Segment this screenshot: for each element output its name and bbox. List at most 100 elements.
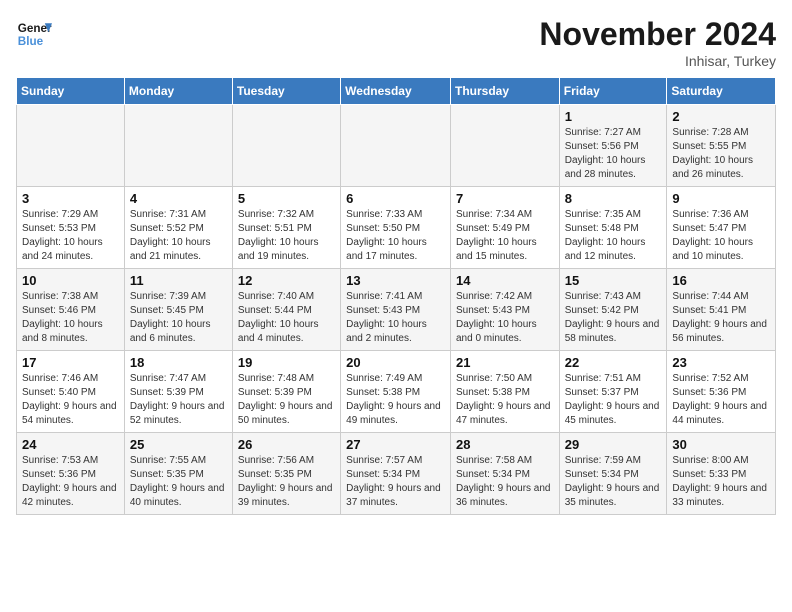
- calendar-cell: 4Sunrise: 7:31 AM Sunset: 5:52 PM Daylig…: [124, 187, 232, 269]
- calendar-cell: 28Sunrise: 7:58 AM Sunset: 5:34 PM Dayli…: [450, 433, 559, 515]
- day-info: Sunrise: 7:34 AM Sunset: 5:49 PM Dayligh…: [456, 208, 554, 264]
- calendar-cell: [341, 105, 451, 187]
- calendar-cell: [450, 105, 559, 187]
- calendar-cell: 2 Sunrise: 7:28 AM Sunset: 5:55 PM Daylig…: [667, 105, 776, 187]
- month-title: November 2024: [539, 16, 776, 53]
- day-info: Sunrise: 7:51 AM Sunset: 5:37 PM Dayligh…: [565, 372, 662, 428]
- day-number: 14: [456, 273, 554, 288]
- calendar-cell: 16 Sunrise: 7:44 AM Sunset: 5:41 PM Dayli…: [667, 269, 776, 351]
- day-number: 21: [456, 355, 554, 370]
- day-of-week-header: Friday: [559, 78, 667, 105]
- day-of-week-header: Saturday: [667, 78, 776, 105]
- calendar-cell: 10 Sunrise: 7:38 AM Sunset: 5:46 PM Dayli…: [17, 269, 125, 351]
- day-info: Sunrise: 7:43 AM Sunset: 5:42 PM Dayligh…: [565, 290, 662, 346]
- calendar-cell: 8Sunrise: 7:35 AM Sunset: 5:48 PM Daylig…: [559, 187, 667, 269]
- day-of-week-header: Thursday: [450, 78, 559, 105]
- day-info: Sunrise: 7:47 AM Sunset: 5:39 PM Dayligh…: [130, 372, 227, 428]
- calendar-week-row: 17 Sunrise: 7:46 AM Sunset: 5:40 PM Dayli…: [17, 351, 776, 433]
- calendar-week-row: 1 Sunrise: 7:27 AM Sunset: 5:56 PM Daylig…: [17, 105, 776, 187]
- day-of-week-header: Monday: [124, 78, 232, 105]
- day-info: Sunrise: 8:00 AM Sunset: 5:33 PM Dayligh…: [672, 454, 770, 510]
- day-info: Sunrise: 7:32 AM Sunset: 5:51 PM Dayligh…: [238, 208, 335, 264]
- day-info: Sunrise: 7:33 AM Sunset: 5:50 PM Dayligh…: [346, 208, 445, 264]
- day-number: 17: [22, 355, 119, 370]
- calendar-cell: 3 Sunrise: 7:29 AM Sunset: 5:53 PM Daylig…: [17, 187, 125, 269]
- logo: General Blue: [16, 16, 56, 52]
- day-info: Sunrise: 7:28 AM Sunset: 5:55 PM Dayligh…: [672, 126, 770, 182]
- day-info: Sunrise: 7:39 AM Sunset: 5:45 PM Dayligh…: [130, 290, 227, 346]
- day-number: 25: [130, 437, 227, 452]
- day-info: Sunrise: 7:52 AM Sunset: 5:36 PM Dayligh…: [672, 372, 770, 428]
- day-number: 10: [22, 273, 119, 288]
- calendar-week-row: 3 Sunrise: 7:29 AM Sunset: 5:53 PM Daylig…: [17, 187, 776, 269]
- day-number: 3: [22, 191, 119, 206]
- calendar-cell: 26 Sunrise: 7:56 AM Sunset: 5:35 PM Dayli…: [232, 433, 340, 515]
- day-number: 26: [238, 437, 335, 452]
- day-info: Sunrise: 7:42 AM Sunset: 5:43 PM Dayligh…: [456, 290, 554, 346]
- logo-icon: General Blue: [16, 16, 52, 52]
- calendar-cell: 13Sunrise: 7:41 AM Sunset: 5:43 PM Dayli…: [341, 269, 451, 351]
- calendar-cell: [232, 105, 340, 187]
- calendar-cell: 22 Sunrise: 7:51 AM Sunset: 5:37 PM Dayli…: [559, 351, 667, 433]
- day-info: Sunrise: 7:56 AM Sunset: 5:35 PM Dayligh…: [238, 454, 335, 510]
- calendar-cell: 30 Sunrise: 8:00 AM Sunset: 5:33 PM Dayli…: [667, 433, 776, 515]
- calendar-table: SundayMondayTuesdayWednesdayThursdayFrid…: [16, 77, 776, 515]
- page-header: General Blue November 2024 Inhisar, Turk…: [16, 16, 776, 69]
- day-number: 15: [565, 273, 662, 288]
- day-number: 8: [565, 191, 662, 206]
- day-number: 6: [346, 191, 445, 206]
- day-number: 24: [22, 437, 119, 452]
- day-info: Sunrise: 7:27 AM Sunset: 5:56 PM Dayligh…: [565, 126, 662, 182]
- calendar-cell: 9Sunrise: 7:36 AM Sunset: 5:47 PM Daylig…: [667, 187, 776, 269]
- day-info: Sunrise: 7:31 AM Sunset: 5:52 PM Dayligh…: [130, 208, 227, 264]
- day-of-week-header: Tuesday: [232, 78, 340, 105]
- day-number: 23: [672, 355, 770, 370]
- calendar-cell: 29 Sunrise: 7:59 AM Sunset: 5:34 PM Dayli…: [559, 433, 667, 515]
- day-number: 16: [672, 273, 770, 288]
- day-info: Sunrise: 7:36 AM Sunset: 5:47 PM Dayligh…: [672, 208, 770, 264]
- day-number: 12: [238, 273, 335, 288]
- day-info: Sunrise: 7:48 AM Sunset: 5:39 PM Dayligh…: [238, 372, 335, 428]
- calendar-cell: 20Sunrise: 7:49 AM Sunset: 5:38 PM Dayli…: [341, 351, 451, 433]
- day-info: Sunrise: 7:49 AM Sunset: 5:38 PM Dayligh…: [346, 372, 445, 428]
- day-info: Sunrise: 7:59 AM Sunset: 5:34 PM Dayligh…: [565, 454, 662, 510]
- location: Inhisar, Turkey: [539, 53, 776, 69]
- calendar-cell: 12 Sunrise: 7:40 AM Sunset: 5:44 PM Dayli…: [232, 269, 340, 351]
- calendar-cell: 5 Sunrise: 7:32 AM Sunset: 5:51 PM Daylig…: [232, 187, 340, 269]
- calendar-cell: 25 Sunrise: 7:55 AM Sunset: 5:35 PM Dayli…: [124, 433, 232, 515]
- calendar-week-row: 10 Sunrise: 7:38 AM Sunset: 5:46 PM Dayli…: [17, 269, 776, 351]
- day-info: Sunrise: 7:53 AM Sunset: 5:36 PM Dayligh…: [22, 454, 119, 510]
- day-number: 2: [672, 109, 770, 124]
- svg-text:Blue: Blue: [18, 35, 44, 48]
- calendar-cell: 17 Sunrise: 7:46 AM Sunset: 5:40 PM Dayli…: [17, 351, 125, 433]
- day-info: Sunrise: 7:44 AM Sunset: 5:41 PM Dayligh…: [672, 290, 770, 346]
- day-info: Sunrise: 7:38 AM Sunset: 5:46 PM Dayligh…: [22, 290, 119, 346]
- day-info: Sunrise: 7:55 AM Sunset: 5:35 PM Dayligh…: [130, 454, 227, 510]
- calendar-cell: [17, 105, 125, 187]
- calendar-header-row: SundayMondayTuesdayWednesdayThursdayFrid…: [17, 78, 776, 105]
- day-info: Sunrise: 7:29 AM Sunset: 5:53 PM Dayligh…: [22, 208, 119, 264]
- day-number: 22: [565, 355, 662, 370]
- calendar-cell: 11 Sunrise: 7:39 AM Sunset: 5:45 PM Dayli…: [124, 269, 232, 351]
- day-of-week-header: Sunday: [17, 78, 125, 105]
- calendar-cell: 14 Sunrise: 7:42 AM Sunset: 5:43 PM Dayli…: [450, 269, 559, 351]
- calendar-week-row: 24 Sunrise: 7:53 AM Sunset: 5:36 PM Dayli…: [17, 433, 776, 515]
- day-info: Sunrise: 7:50 AM Sunset: 5:38 PM Dayligh…: [456, 372, 554, 428]
- day-number: 29: [565, 437, 662, 452]
- day-info: Sunrise: 7:57 AM Sunset: 5:34 PM Dayligh…: [346, 454, 445, 510]
- calendar-cell: 15 Sunrise: 7:43 AM Sunset: 5:42 PM Dayli…: [559, 269, 667, 351]
- day-info: Sunrise: 7:46 AM Sunset: 5:40 PM Dayligh…: [22, 372, 119, 428]
- day-number: 1: [565, 109, 662, 124]
- day-number: 5: [238, 191, 335, 206]
- calendar-cell: 27Sunrise: 7:57 AM Sunset: 5:34 PM Dayli…: [341, 433, 451, 515]
- day-number: 13: [346, 273, 445, 288]
- day-number: 11: [130, 273, 227, 288]
- calendar-cell: 19Sunrise: 7:48 AM Sunset: 5:39 PM Dayli…: [232, 351, 340, 433]
- calendar-cell: 7 Sunrise: 7:34 AM Sunset: 5:49 PM Daylig…: [450, 187, 559, 269]
- title-block: November 2024 Inhisar, Turkey: [539, 16, 776, 69]
- day-number: 28: [456, 437, 554, 452]
- day-number: 30: [672, 437, 770, 452]
- day-number: 18: [130, 355, 227, 370]
- day-info: Sunrise: 7:40 AM Sunset: 5:44 PM Dayligh…: [238, 290, 335, 346]
- day-number: 7: [456, 191, 554, 206]
